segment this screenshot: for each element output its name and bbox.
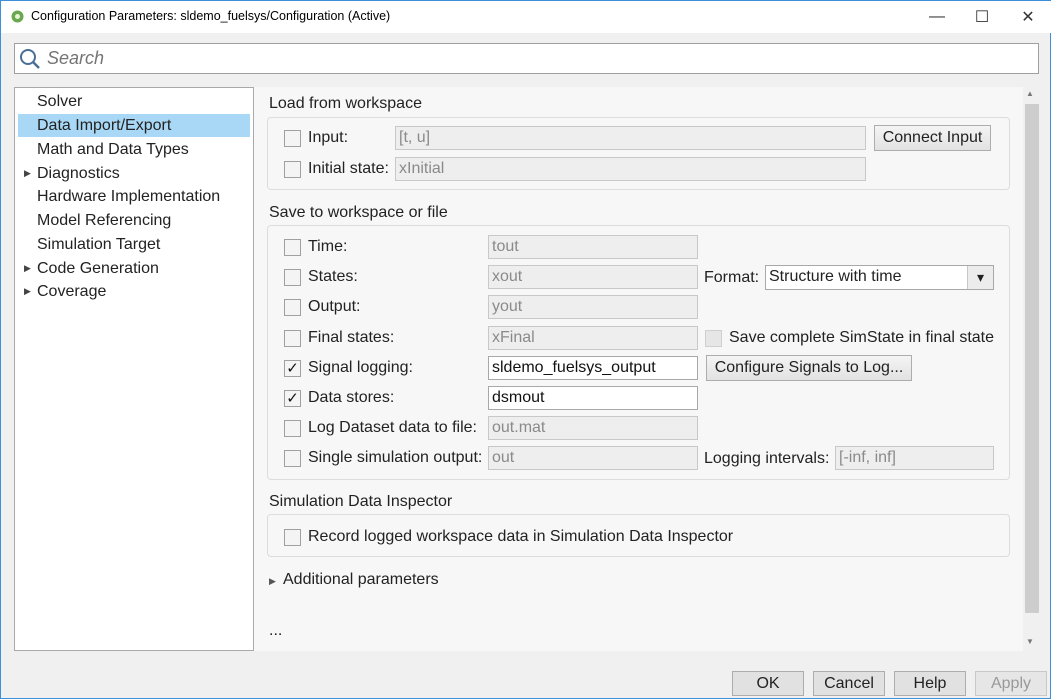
tree-item-label: Diagnostics: [37, 165, 120, 182]
tree-item-math-data-types[interactable]: Math and Data Types: [18, 138, 250, 161]
window-title: Configuration Parameters: sldemo_fuelsys…: [31, 9, 391, 23]
initial-state-label: Initial state:: [308, 160, 389, 177]
section-title-sdi: Simulation Data Inspector: [269, 493, 453, 510]
input-field[interactable]: [t, u]: [395, 126, 866, 150]
chevron-down-icon[interactable]: ▾: [967, 266, 993, 289]
expand-arrow-icon[interactable]: ▶: [24, 280, 31, 303]
tree-item-simulation-target[interactable]: Simulation Target: [18, 233, 250, 256]
scroll-down-icon[interactable]: ▼: [1026, 637, 1034, 646]
tree-item-label: Simulation Target: [37, 236, 161, 253]
initial-state-checkbox[interactable]: [284, 161, 301, 178]
apply-button[interactable]: Apply: [975, 671, 1047, 696]
data-stores-field[interactable]: dsmout: [488, 386, 698, 410]
expand-arrow-icon[interactable]: ▶: [24, 257, 31, 280]
section-title-save: Save to workspace or file: [269, 204, 448, 221]
vertical-scrollbar[interactable]: ▲ ▼: [1023, 87, 1039, 651]
single-output-label: Single simulation output:: [308, 449, 483, 466]
tree-item-label: Hardware Implementation: [37, 188, 221, 205]
final-states-checkbox[interactable]: [284, 330, 301, 347]
states-checkbox[interactable]: [284, 269, 301, 286]
final-states-label: Final states:: [308, 329, 395, 346]
title-bar: Configuration Parameters: sldemo_fuelsys…: [1, 1, 1051, 33]
search-icon: [20, 49, 40, 69]
record-sdi-label: Record logged workspace data in Simulati…: [308, 528, 734, 545]
states-label: States:: [308, 268, 358, 285]
time-label: Time:: [308, 238, 348, 255]
data-stores-checkbox[interactable]: ✓: [284, 390, 301, 407]
maximize-button[interactable]: ☐: [959, 1, 1005, 33]
save-group: [267, 225, 1010, 480]
tree-item-model-referencing[interactable]: Model Referencing: [18, 209, 250, 232]
ellipsis-text: ...: [269, 622, 283, 639]
log-dataset-label: Log Dataset data to file:: [308, 419, 477, 436]
ok-button[interactable]: OK: [732, 671, 804, 696]
data-stores-label: Data stores:: [308, 389, 395, 406]
states-field[interactable]: xout: [488, 265, 698, 289]
expand-arrow-icon[interactable]: ▶: [269, 576, 276, 587]
connect-input-button[interactable]: Connect Input: [874, 125, 991, 151]
time-checkbox[interactable]: [284, 239, 301, 256]
scroll-up-icon[interactable]: ▲: [1026, 89, 1034, 98]
format-label: Format:: [704, 269, 760, 286]
format-value: Structure with time: [769, 268, 902, 285]
log-dataset-field[interactable]: out.mat: [488, 416, 698, 440]
tree-item-label: Code Generation: [37, 260, 159, 277]
tree-item-label: Solver: [37, 93, 83, 110]
single-output-field[interactable]: out: [488, 446, 698, 470]
logging-intervals-label: Logging intervals:: [704, 450, 830, 467]
tree-item-coverage[interactable]: ▶ Coverage: [18, 280, 250, 303]
log-dataset-checkbox[interactable]: [284, 420, 301, 437]
help-button[interactable]: Help: [894, 671, 966, 696]
cancel-button[interactable]: Cancel: [813, 671, 885, 696]
tree-item-diagnostics[interactable]: ▶ Diagnostics: [18, 162, 250, 185]
signal-logging-field[interactable]: sldemo_fuelsys_output: [488, 356, 698, 380]
tree-item-label: Data Import/Export: [37, 117, 172, 134]
tree-item-label: Model Referencing: [37, 212, 172, 229]
minimize-button[interactable]: —: [914, 1, 960, 33]
section-title-load: Load from workspace: [269, 95, 422, 112]
simstate-label: Save complete SimState in final state: [729, 329, 995, 346]
tree-item-code-generation[interactable]: ▶ Code Generation: [18, 257, 250, 280]
category-tree: Solver Data Import/Export Math and Data …: [14, 87, 254, 651]
tree-item-label: Coverage: [37, 283, 107, 300]
single-output-checkbox[interactable]: [284, 450, 301, 467]
search-input[interactable]: [47, 47, 1027, 70]
initial-state-field[interactable]: xInitial: [395, 157, 866, 181]
tree-item-label: Math and Data Types: [37, 141, 189, 158]
expand-arrow-icon[interactable]: ▶: [24, 162, 31, 185]
simstate-checkbox[interactable]: [705, 330, 722, 347]
gear-app-icon: [11, 10, 24, 23]
signal-logging-checkbox[interactable]: ✓: [284, 360, 301, 377]
time-field[interactable]: tout: [488, 235, 698, 259]
search-box[interactable]: [14, 43, 1039, 74]
additional-parameters-link[interactable]: Additional parameters: [283, 571, 439, 589]
tree-item-hardware-implementation[interactable]: Hardware Implementation: [18, 185, 250, 208]
output-checkbox[interactable]: [284, 299, 301, 316]
format-dropdown[interactable]: Structure with time ▾: [765, 265, 994, 290]
final-states-field[interactable]: xFinal: [488, 326, 698, 350]
input-checkbox[interactable]: [284, 130, 301, 147]
tree-item-data-import-export[interactable]: Data Import/Export: [18, 114, 250, 137]
output-label: Output:: [308, 298, 361, 315]
configure-signals-button[interactable]: Configure Signals to Log...: [706, 355, 912, 381]
scrollbar-thumb[interactable]: [1025, 104, 1039, 613]
input-label: Input:: [308, 129, 349, 146]
record-sdi-checkbox[interactable]: [284, 529, 301, 546]
tree-item-solver[interactable]: Solver: [18, 90, 250, 113]
close-button[interactable]: ✕: [1005, 1, 1051, 33]
output-field[interactable]: yout: [488, 295, 698, 319]
logging-intervals-field[interactable]: [-inf, inf]: [835, 446, 994, 470]
signal-logging-label: Signal logging:: [308, 359, 413, 376]
